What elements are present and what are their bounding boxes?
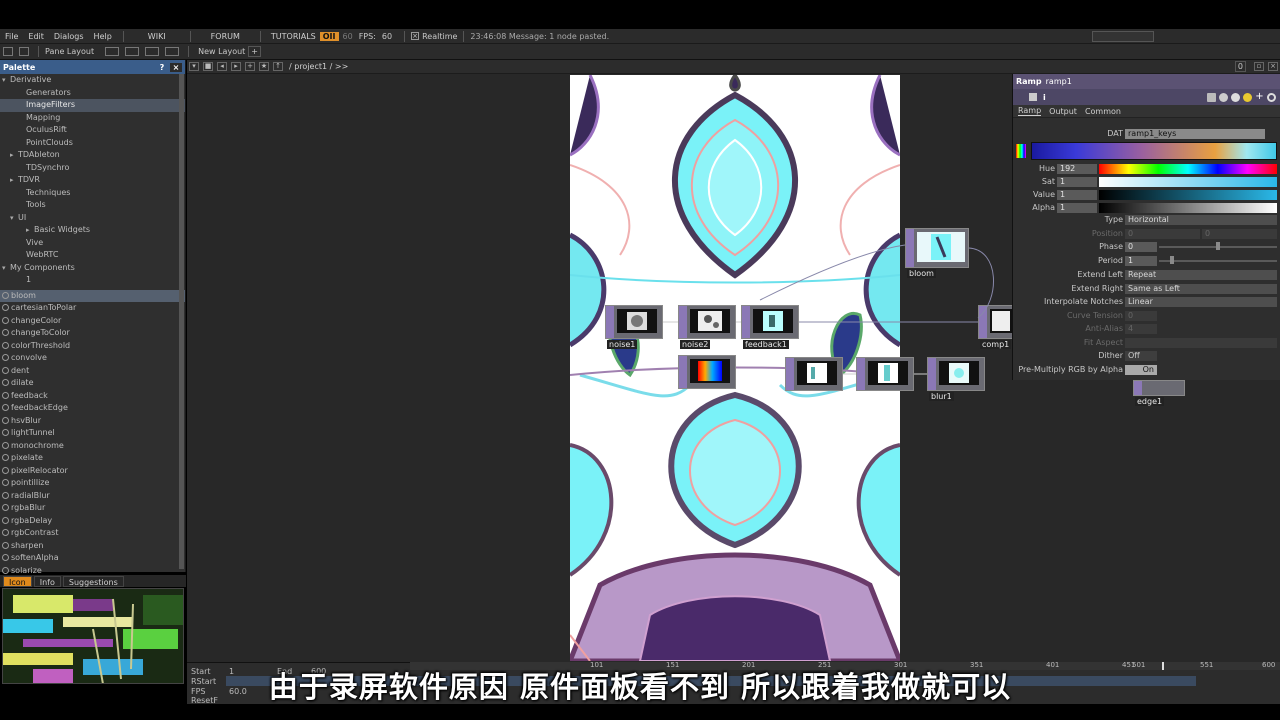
value-field[interactable]: 1 [1057, 190, 1097, 200]
curve-tension-field[interactable]: 0 [1125, 311, 1157, 321]
tab-output[interactable]: Output [1049, 107, 1077, 116]
color-bar-icon [1016, 144, 1026, 158]
extend-right-label: Extend Right [1071, 284, 1123, 293]
value-slider[interactable] [1099, 190, 1277, 200]
bottom-black-bar [0, 704, 1280, 720]
fit-aspect-dropdown[interactable] [1125, 338, 1277, 348]
plus-icon[interactable]: + [1255, 91, 1264, 102]
interp-label: Interpolate Notches [1043, 297, 1123, 306]
value-label: Value [1033, 190, 1055, 199]
hue-field[interactable]: 192 [1057, 164, 1097, 174]
sat-field[interactable]: 1 [1057, 177, 1097, 187]
type-dropdown[interactable]: Horizontal [1125, 215, 1277, 225]
wire [759, 244, 906, 301]
op-type: Ramp [1016, 77, 1042, 86]
alpha-label: Alpha [1032, 203, 1055, 212]
phase-slider-knob[interactable] [1216, 242, 1220, 250]
dither-label: Dither [1098, 351, 1123, 360]
position-label: Position [1091, 229, 1123, 238]
subtitle-caption: 由于录屏软件原因 原件面板看不到 所以跟着我做就可以 [268, 670, 1012, 704]
position-x-field[interactable]: 0 [1125, 229, 1200, 239]
python-icon[interactable] [1243, 92, 1252, 102]
alpha-field[interactable]: 1 [1057, 203, 1097, 213]
period-field[interactable]: 1 [1125, 256, 1157, 266]
param-header: Ramp ramp1 [1013, 74, 1280, 89]
tab-common[interactable]: Common [1085, 107, 1121, 116]
position-y-field[interactable]: 0 [1202, 229, 1277, 239]
target-icon[interactable] [1267, 92, 1276, 102]
hue-label: Hue [1038, 164, 1055, 173]
antialias-label: Anti-Alias [1085, 324, 1123, 333]
extend-left-label: Extend Left [1077, 270, 1123, 279]
fit-aspect-label: Fit Aspect [1083, 338, 1123, 347]
premultiply-toggle[interactable]: On [1125, 365, 1157, 375]
phase-field[interactable]: 0 [1125, 242, 1157, 252]
premultiply-label: Pre-Multiply RGB by Alpha [1018, 365, 1123, 374]
antialias-field[interactable]: 4 [1125, 324, 1157, 334]
param-icon-bar: i + [1013, 89, 1280, 105]
period-slider[interactable] [1159, 260, 1277, 262]
period-slider-knob[interactable] [1170, 256, 1174, 264]
period-label: Period [1098, 256, 1123, 265]
tab-ramp[interactable]: Ramp [1018, 106, 1042, 116]
alpha-slider[interactable] [1099, 203, 1277, 213]
sat-label: Sat [1041, 177, 1055, 186]
op-name[interactable]: ramp1 [1046, 77, 1072, 86]
comment-icon[interactable] [1219, 92, 1228, 102]
lock-icon[interactable] [1029, 93, 1037, 101]
dat-label: DAT [1107, 129, 1123, 138]
curve-tension-label: Curve Tension [1066, 311, 1123, 320]
interp-dropdown[interactable]: Linear [1125, 297, 1277, 307]
wire [968, 247, 995, 319]
hue-slider[interactable] [1099, 164, 1277, 174]
dat-field[interactable]: ramp1_keys [1125, 129, 1265, 139]
edit-icon[interactable] [1207, 92, 1216, 102]
ramp-editor[interactable] [1031, 142, 1277, 160]
info-icon[interactable]: i [1043, 93, 1046, 102]
parameter-panel: Ramp ramp1 i + Ramp Output Common DAT ra… [1012, 74, 1280, 380]
extend-left-dropdown[interactable]: Repeat [1125, 270, 1277, 280]
extend-right-dropdown[interactable]: Same as Left [1125, 284, 1277, 294]
param-tabs: Ramp Output Common [1013, 105, 1280, 118]
dither-toggle[interactable]: Off [1125, 351, 1157, 361]
language-icon[interactable] [1231, 92, 1240, 102]
type-label: Type [1104, 215, 1123, 224]
phase-label: Phase [1099, 242, 1123, 251]
sat-slider[interactable] [1099, 177, 1277, 187]
